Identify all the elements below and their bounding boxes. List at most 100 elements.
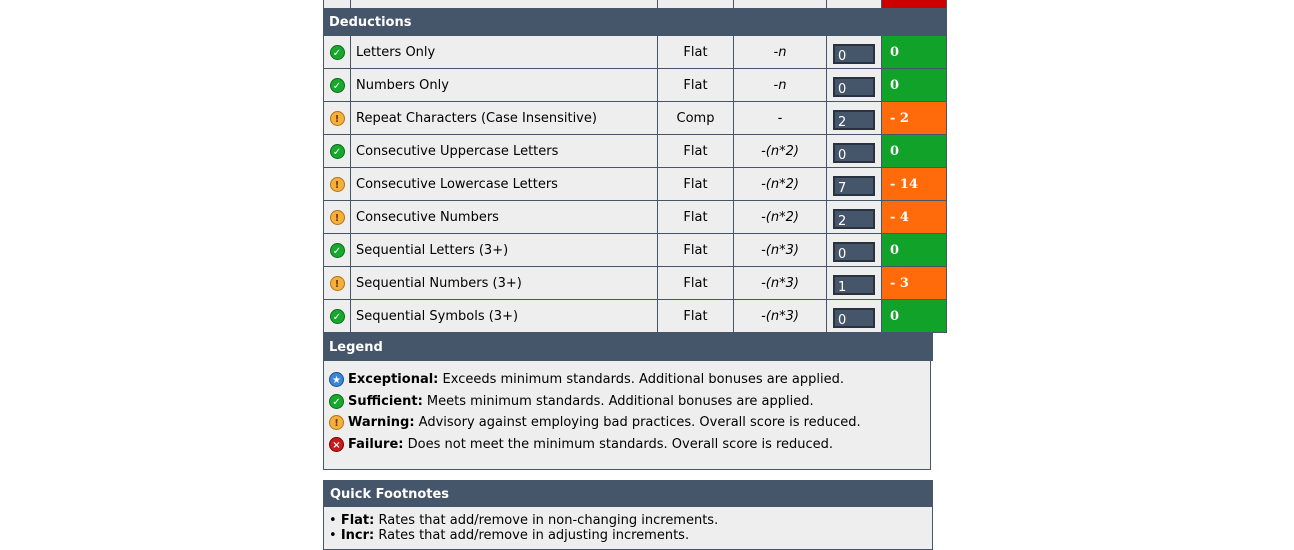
deduction-row: ✓ Sequential Symbols (3+) Flat -(n*3) 0 0 [323, 299, 947, 333]
status-cell: ✓ [323, 68, 351, 102]
legend-item: ✓ Sufficient: Meets minimum standards. Ad… [329, 391, 925, 413]
bonus-cell: 0 [881, 233, 947, 267]
warning-icon: ! [329, 415, 344, 430]
bonus-cell: - 2 [881, 101, 947, 135]
warning-icon: ! [329, 275, 345, 291]
count-field[interactable]: 0 [833, 43, 875, 64]
deduction-type: Flat [657, 134, 734, 168]
status-cell: ✓ [323, 134, 351, 168]
deduction-row: ✓ Numbers Only Flat -n 0 0 [323, 68, 947, 102]
footnote-item: • Flat: Rates that add/remove in non-cha… [329, 513, 927, 528]
legend-item: × Failure: Does not meet the minimum stan… [329, 434, 925, 456]
status-cell: ✓ [323, 299, 351, 333]
legend-table: Legend [323, 333, 933, 361]
deduction-type: Flat [657, 266, 734, 300]
check-icon: ✓ [329, 242, 345, 258]
warning-icon: ! [329, 209, 345, 225]
deduction-type: Flat [657, 167, 734, 201]
deduction-type: Flat [657, 35, 734, 69]
legend-desc: Advisory against employing bad practices… [414, 415, 861, 430]
deduction-row: ! Consecutive Lowercase Letters Flat -(n*2)… [323, 167, 947, 201]
deductions-header: Deductions [323, 8, 947, 36]
deduction-rate: -n [733, 68, 827, 102]
legend-item: ! Warning: Advisory against employing bad… [329, 412, 925, 434]
deduction-label: Sequential Letters (3+) [350, 233, 658, 267]
footnotes-header: Quick Footnotes [323, 480, 933, 507]
count-cell: 7 [826, 167, 882, 201]
deduction-type: Comp [657, 101, 734, 135]
bonus-cell: 0 [881, 68, 947, 102]
legend-term: Failure: [348, 436, 404, 452]
bonus-cell: - 14 [881, 167, 947, 201]
deduction-row: ! Consecutive Numbers Flat -(n*2) 2 - 4 [323, 200, 947, 234]
count-field[interactable]: 2 [833, 208, 875, 229]
check-icon: ✓ [329, 143, 345, 159]
password-analysis-panel: Deductions ✓ Letters Only Flat -n 0 0 ✓ Numbers… [323, 0, 947, 550]
bonus-cell: 0 [881, 299, 947, 333]
deduction-row: ✓ Consecutive Uppercase Letters Flat -(n*2)… [323, 134, 947, 168]
count-cell: 0 [826, 35, 882, 69]
count-field[interactable]: 0 [833, 241, 875, 262]
deduction-rate: -(n*2) [733, 167, 827, 201]
status-cell: ! [323, 200, 351, 234]
bonus-cell: - 3 [881, 266, 947, 300]
status-cell: ! [323, 101, 351, 135]
deduction-label: Consecutive Uppercase Letters [350, 134, 658, 168]
deduction-row: ✓ Letters Only Flat -n 0 0 [323, 35, 947, 69]
deduction-rate: -(n*3) [733, 266, 827, 300]
count-cell: 0 [826, 68, 882, 102]
deduction-row: ✓ Sequential Letters (3+) Flat -(n*3) 0 0 [323, 233, 947, 267]
count-cell: 1 [826, 266, 882, 300]
check-icon: ✓ [329, 44, 345, 60]
deduction-rate: -(n*2) [733, 200, 827, 234]
count-field[interactable]: 7 [833, 175, 875, 196]
failure-icon: × [329, 436, 344, 452]
deduction-row: ! Repeat Characters (Case Insensitive) Com… [323, 101, 947, 135]
deduction-label: Consecutive Numbers [350, 200, 658, 234]
legend-term: Exceptional: [348, 372, 439, 387]
count-field[interactable]: 0 [833, 142, 875, 163]
deduction-rate: -(n*2) [733, 134, 827, 168]
check-icon: ✓ [329, 77, 345, 93]
deduction-rate: -(n*3) [733, 233, 827, 267]
count-cell: 2 [826, 200, 882, 234]
legend-desc: Does not meet the minimum standards. Ove… [403, 436, 834, 452]
legend-term: Sufficient: [348, 393, 423, 409]
footnotes-box: • Flat: Rates that add/remove in non-cha… [323, 507, 933, 550]
deduction-row: ! Sequential Numbers (3+) Flat -(n*3) 1 - 3 [323, 266, 947, 300]
count-field[interactable]: 2 [833, 109, 875, 130]
deduction-rate: - [733, 101, 827, 135]
footnote-desc: Rates that add/remove in non-changing in… [374, 513, 719, 528]
legend-header: Legend [323, 333, 933, 361]
footnote-term: Flat: [340, 513, 375, 528]
check-icon: ✓ [329, 393, 344, 409]
bonus-cell: 0 [881, 134, 947, 168]
count-field[interactable]: 0 [833, 307, 875, 328]
bonus-cell: - 4 [881, 200, 947, 234]
count-field[interactable]: 1 [833, 274, 875, 295]
deduction-label: Letters Only [350, 35, 658, 69]
deduction-label: Consecutive Lowercase Letters [350, 167, 658, 201]
deduction-type: Flat [657, 200, 734, 234]
warning-icon: ! [329, 176, 345, 192]
legend-item: ★ Exceptional: Exceeds minimum standards.… [329, 369, 925, 391]
status-cell: ✓ [323, 233, 351, 267]
status-cell: ! [323, 266, 351, 300]
deduction-rate: -n [733, 35, 827, 69]
deduction-rate: -(n*3) [733, 299, 827, 333]
deduction-type: Flat [657, 299, 734, 333]
count-field[interactable]: 0 [833, 76, 875, 97]
deductions-header-row: Deductions [323, 8, 947, 36]
deduction-label: Sequential Symbols (3+) [350, 299, 658, 333]
count-cell: 2 [826, 101, 882, 135]
warning-icon: ! [329, 110, 345, 126]
legend-box: ★ Exceptional: Exceeds minimum standards.… [323, 361, 931, 470]
check-icon: ✓ [329, 308, 345, 324]
legend-desc: Meets minimum standards. Additional bonu… [422, 393, 814, 409]
legend-term: Warning: [348, 415, 415, 430]
deduction-type: Flat [657, 68, 734, 102]
count-cell: 0 [826, 233, 882, 267]
deduction-label: Repeat Characters (Case Insensitive) [350, 101, 658, 135]
bullet-icon: • [329, 513, 341, 528]
status-cell: ✓ [323, 35, 351, 69]
